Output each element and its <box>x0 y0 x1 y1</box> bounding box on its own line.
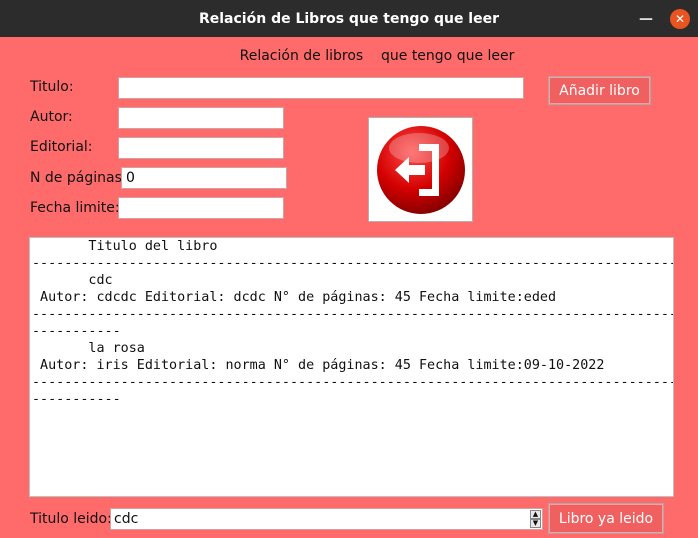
list-item[interactable]: la rosa <box>32 340 673 357</box>
book-read-label: Libro ya leido <box>558 510 654 527</box>
fecha-label: Fecha limite: <box>30 200 120 216</box>
autor-label: Autor: <box>30 109 73 125</box>
titulo-leido-spinbox[interactable]: cdc ▲ ▼ <box>110 508 543 530</box>
page-heading: Relación de libros que tengo que leer <box>239 48 515 64</box>
autor-input[interactable] <box>118 107 284 129</box>
editorial-label: Editorial: <box>30 139 93 155</box>
titulo-input[interactable] <box>118 77 524 99</box>
paginas-label: N de páginas: <box>30 170 127 186</box>
list-item[interactable]: Autor: cdcdc Editorial: dcdc N° de págin… <box>32 289 673 306</box>
main-window: Relación de libros que tengo que leer Ti… <box>0 37 698 538</box>
list-item[interactable]: ----------------------------------------… <box>32 306 673 323</box>
titulo-leido-label: Titulo leido: <box>30 511 112 527</box>
exit-door-icon <box>376 125 465 214</box>
spin-arrows[interactable]: ▲ ▼ <box>530 510 541 528</box>
add-book-button[interactable]: Añadir libro <box>548 76 651 105</box>
list-item[interactable]: Autor: iris Editorial: norma N° de págin… <box>32 357 673 374</box>
editorial-input[interactable] <box>118 137 284 159</box>
spin-down-icon[interactable]: ▼ <box>530 519 541 528</box>
window-title: Relación de Libros que tengo que leer <box>198 10 499 27</box>
list-item[interactable]: ----------------------------------------… <box>32 255 673 272</box>
books-listbox[interactable]: Titulo del libro -----------------------… <box>29 237 674 497</box>
paginas-input[interactable] <box>121 167 287 189</box>
window-titlebar: Relación de Libros que tengo que leer — … <box>0 0 698 37</box>
list-item[interactable]: cdc <box>32 272 673 289</box>
minimize-icon[interactable]: — <box>636 9 656 29</box>
fecha-input[interactable] <box>118 197 284 219</box>
titulo-leido-value: cdc <box>114 511 139 527</box>
list-item[interactable]: ----------------------------------------… <box>32 374 673 391</box>
list-item[interactable]: ----------- <box>32 323 673 340</box>
book-read-button[interactable]: Libro ya leido <box>548 503 664 534</box>
spin-up-icon[interactable]: ▲ <box>530 510 541 519</box>
exit-button[interactable] <box>368 117 473 222</box>
list-item[interactable]: ----------- <box>32 391 673 408</box>
list-item[interactable]: Titulo del libro <box>32 238 673 255</box>
close-icon[interactable]: ✕ <box>670 9 690 29</box>
add-book-label: Añadir libro <box>559 82 640 99</box>
titulo-label: Titulo: <box>30 79 74 95</box>
